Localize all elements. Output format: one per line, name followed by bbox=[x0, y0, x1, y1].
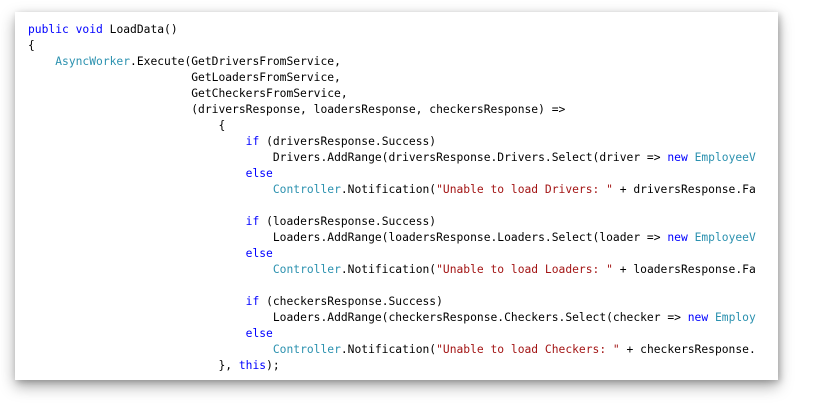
keyword-token: new bbox=[687, 311, 709, 324]
code-line: if (checkersResponse.Success) bbox=[28, 294, 756, 310]
code-snippet-panel: public void LoadData(){ AsyncWorker.Exec… bbox=[15, 12, 778, 380]
type-token: AsyncWorker bbox=[55, 55, 131, 68]
type-token: Employ bbox=[714, 311, 756, 324]
code-text: .Execute(GetDriversFromService, bbox=[130, 55, 341, 68]
string-literal: "Unable to load Checkers: " bbox=[436, 343, 620, 356]
code-text: + driversResponse.Fa bbox=[612, 183, 756, 196]
code-text: GetLoadersFromService, bbox=[191, 71, 341, 84]
code-text: GetCheckersFromService, bbox=[191, 87, 348, 100]
code-text: }, bbox=[218, 359, 239, 372]
code-text: .Notification( bbox=[340, 263, 437, 276]
code-text: ); bbox=[266, 359, 280, 372]
code-text: (loadersResponse.Success) bbox=[259, 215, 437, 228]
code-text: .Notification( bbox=[340, 183, 437, 196]
code-line: else bbox=[28, 166, 756, 182]
code-text: LoadData() bbox=[102, 23, 178, 36]
code-text: { bbox=[218, 119, 226, 132]
code-text: (checkersResponse.Success) bbox=[259, 295, 443, 308]
code-line: (driversResponse, loadersResponse, check… bbox=[28, 102, 756, 118]
code-line: { bbox=[28, 118, 756, 134]
code-line: Drivers.AddRange(driversResponse.Drivers… bbox=[28, 150, 756, 166]
code-text: { bbox=[28, 39, 35, 52]
code-line: Loaders.AddRange(loadersResponse.Loaders… bbox=[28, 230, 756, 246]
keyword-token: else bbox=[245, 167, 273, 180]
code-line: { bbox=[28, 38, 756, 54]
type-token: Controller bbox=[272, 183, 341, 196]
keyword-token: new bbox=[667, 151, 688, 164]
type-token: Controller bbox=[272, 263, 341, 276]
code-text: .Notification( bbox=[340, 343, 437, 356]
code-line: Controller.Notification("Unable to load … bbox=[28, 342, 756, 358]
code-line: GetLoadersFromService, bbox=[28, 70, 756, 86]
keyword-token: else bbox=[245, 327, 273, 340]
code-text: + loadersResponse.Fa bbox=[612, 263, 756, 276]
code-line: if (loadersResponse.Success) bbox=[28, 214, 756, 230]
code-text: (driversResponse.Success) bbox=[259, 135, 437, 148]
keyword-token: if bbox=[245, 295, 260, 308]
keyword-token: void bbox=[75, 23, 103, 36]
code-text: + checkersResponse. bbox=[619, 343, 756, 356]
code-text: (driversResponse, loadersResponse, check… bbox=[191, 103, 566, 116]
code-line: }, this); bbox=[28, 358, 756, 374]
code-text: Drivers.AddRange(driversResponse.Drivers… bbox=[272, 151, 668, 164]
code-text: Loaders.AddRange(checkersResponse.Checke… bbox=[272, 311, 688, 324]
keyword-token: this bbox=[238, 359, 267, 372]
code-text: Loaders.AddRange(loadersResponse.Loaders… bbox=[272, 231, 668, 244]
keyword-token: if bbox=[245, 215, 260, 228]
code-line: public void LoadData() bbox=[28, 22, 756, 38]
type-token: EmployeeV bbox=[694, 151, 756, 164]
keyword-token: else bbox=[245, 247, 273, 260]
code-line: Loaders.AddRange(checkersResponse.Checke… bbox=[28, 310, 756, 326]
code-line: Controller.Notification("Unable to load … bbox=[28, 182, 756, 198]
keyword-token: public bbox=[28, 23, 69, 36]
keyword-token: new bbox=[667, 231, 688, 244]
code-line: GetCheckersFromService, bbox=[28, 86, 756, 102]
code-line: else bbox=[28, 326, 756, 342]
code-line: if (driversResponse.Success) bbox=[28, 134, 756, 150]
code-line: else bbox=[28, 246, 756, 262]
keyword-token: if bbox=[245, 135, 260, 148]
type-token: EmployeeV bbox=[694, 231, 756, 244]
string-literal: "Unable to load Drivers: " bbox=[436, 183, 613, 196]
code-line: AsyncWorker.Execute(GetDriversFromServic… bbox=[28, 54, 756, 70]
code-line: Controller.Notification("Unable to load … bbox=[28, 262, 756, 278]
string-literal: "Unable to load Loaders: " bbox=[436, 263, 613, 276]
type-token: Controller bbox=[272, 343, 341, 356]
code-block: public void LoadData(){ AsyncWorker.Exec… bbox=[28, 22, 756, 374]
